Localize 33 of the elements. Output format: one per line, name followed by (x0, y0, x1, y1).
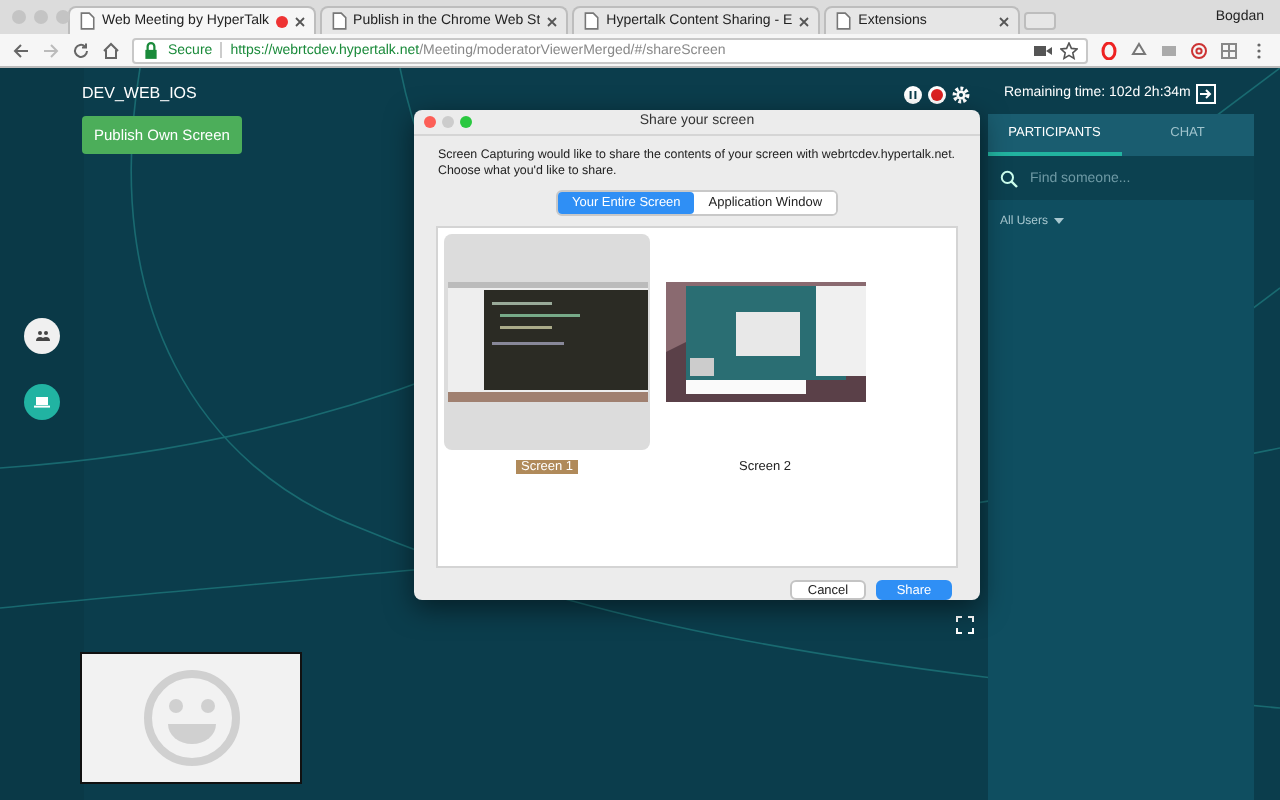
caret-icon (1054, 218, 1065, 226)
search-icon (1000, 169, 1018, 187)
lock-icon (142, 41, 160, 59)
close-icon[interactable] (293, 15, 306, 27)
reload-icon[interactable] (72, 41, 90, 59)
page-icon (834, 12, 853, 30)
ring-icon[interactable] (1100, 41, 1118, 59)
window-control-dot[interactable] (12, 10, 26, 24)
close-icon[interactable] (798, 15, 811, 27)
back-icon[interactable] (12, 41, 30, 59)
room-name: DEV_WEB_IOS (82, 84, 197, 102)
grid-icon[interactable] (1220, 41, 1238, 59)
close-icon[interactable] (998, 15, 1011, 27)
fullscreen-icon[interactable] (956, 616, 974, 634)
exit-icon[interactable] (1196, 84, 1216, 104)
page-icon (78, 12, 96, 30)
window-control-dot[interactable] (424, 116, 436, 128)
star-icon[interactable] (1060, 41, 1078, 59)
people-icon (35, 330, 49, 342)
camera-icon[interactable] (1034, 41, 1052, 59)
window-control-dot[interactable] (460, 116, 472, 128)
window-control-dot[interactable] (56, 10, 70, 24)
smiley-icon (141, 668, 241, 768)
home-icon[interactable] (102, 41, 120, 59)
close-icon[interactable] (546, 15, 559, 27)
settings-icon[interactable] (952, 86, 970, 104)
laptop-icon (34, 396, 50, 408)
window-control-dot[interactable] (34, 10, 48, 24)
record-icon[interactable] (928, 86, 946, 104)
window-control-dot[interactable] (442, 116, 454, 128)
page-icon (582, 12, 601, 30)
page-icon (329, 12, 348, 30)
pause-icon[interactable] (904, 86, 922, 104)
